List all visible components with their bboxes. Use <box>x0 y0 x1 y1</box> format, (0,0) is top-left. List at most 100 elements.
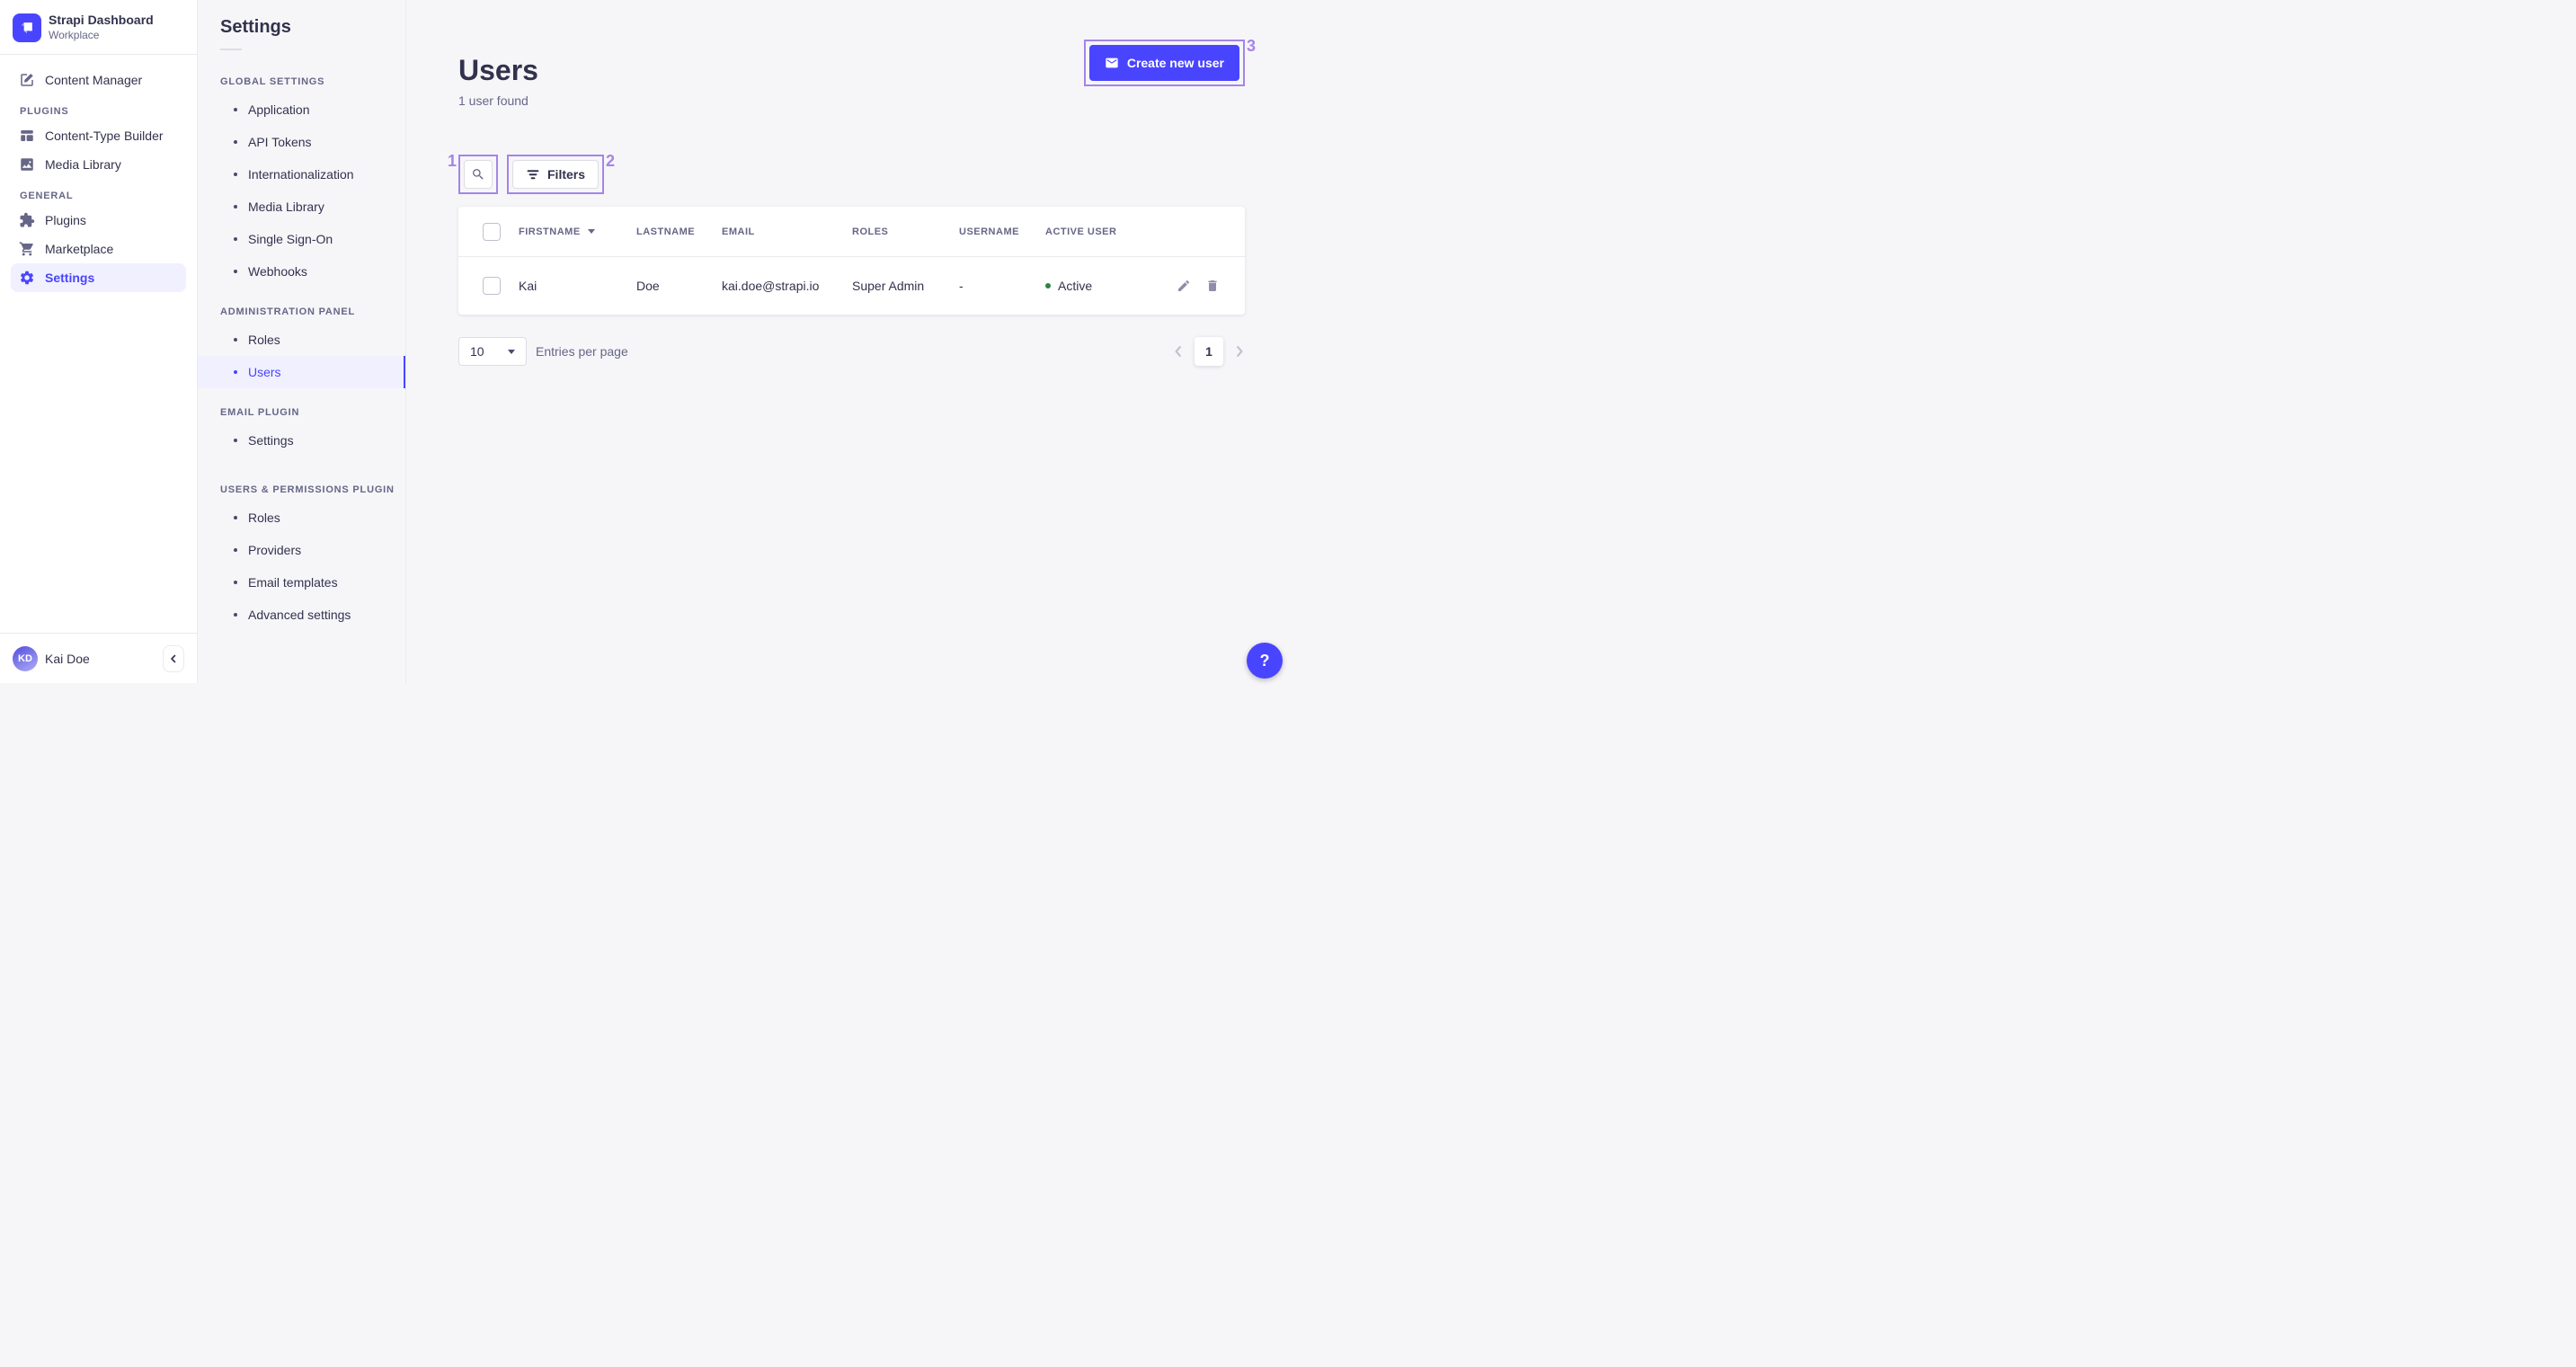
subnav-item-label: Webhooks <box>248 264 307 279</box>
workspace-titles: Strapi Dashboard Workplace <box>49 13 154 42</box>
media-library-icon <box>18 155 36 173</box>
filter-icon <box>527 170 539 180</box>
header-roles[interactable]: ROLES <box>852 226 959 237</box>
delete-user-button[interactable] <box>1205 279 1220 293</box>
previous-page-button[interactable] <box>1173 346 1184 357</box>
entries-per-page-value: 10 <box>470 344 484 359</box>
subnav-item-webhooks[interactable]: Webhooks <box>198 255 405 288</box>
subnav-item-up-roles[interactable]: Roles <box>198 502 405 534</box>
header-active-user[interactable]: ACTIVE USER <box>1045 226 1155 237</box>
header-checkbox-cell <box>483 222 519 241</box>
subnav-item-label: Email templates <box>248 575 338 590</box>
users-table: FIRSTNAME LASTNAME EMAIL ROLES USERNAME … <box>458 207 1245 315</box>
subnav-item-providers[interactable]: Providers <box>198 534 405 566</box>
bullet-icon <box>234 270 237 273</box>
subnav-item-api-tokens[interactable]: API Tokens <box>198 126 405 158</box>
sidebar-item-content-manager[interactable]: Content Manager <box>11 66 186 94</box>
bullet-icon <box>234 581 237 584</box>
cell-firstname: Kai <box>519 279 537 293</box>
strapi-logo-icon <box>13 13 41 42</box>
row-actions <box>1155 279 1245 293</box>
app-title: Strapi Dashboard <box>49 13 154 27</box>
bullet-icon <box>234 140 237 144</box>
entries-per-page-select[interactable]: 10 <box>458 337 527 366</box>
sidebar-item-content-type-builder[interactable]: Content-Type Builder <box>11 121 186 150</box>
active-status-dot-icon <box>1045 283 1051 288</box>
subnav-item-single-sign-on[interactable]: Single Sign-On <box>198 223 405 255</box>
sidebar-item-label: Settings <box>45 271 95 285</box>
help-button[interactable]: ? <box>1247 643 1283 679</box>
header-username[interactable]: USERNAME <box>959 226 1045 237</box>
avatar[interactable]: KD <box>13 645 38 671</box>
cell-email: kai.doe@strapi.io <box>722 279 820 293</box>
bullet-icon <box>234 173 237 176</box>
annotation-box-3: 3 Create new user <box>1083 38 1256 86</box>
sidebar-item-marketplace[interactable]: Marketplace <box>11 235 186 263</box>
search-button[interactable] <box>464 160 493 189</box>
table-toolbar: 1 2 Filters <box>448 152 1245 194</box>
select-all-checkbox[interactable] <box>483 222 501 241</box>
envelope-icon <box>1106 58 1118 68</box>
subnav-item-admin-users[interactable]: Users <box>198 356 405 388</box>
sidebar-item-media-library[interactable]: Media Library <box>11 150 186 179</box>
subnav-item-label: Settings <box>248 433 294 448</box>
search-icon <box>473 169 484 180</box>
strapi-admin-app: Strapi Dashboard Workplace Content Manag… <box>0 0 1288 683</box>
workspace-header[interactable]: Strapi Dashboard Workplace <box>0 0 197 55</box>
bullet-icon <box>234 548 237 552</box>
subnav-section-users-permissions-plugin: USERS & PERMISSIONS PLUGIN <box>220 484 395 495</box>
sidebar-item-label: Content-Type Builder <box>45 129 164 143</box>
sidebar-item-label: Plugins <box>45 213 86 227</box>
subnav-item-internationalization[interactable]: Internationalization <box>198 158 405 191</box>
subnav-item-label: Roles <box>248 333 280 347</box>
edit-user-button[interactable] <box>1177 279 1191 293</box>
pencil-icon <box>1178 280 1190 291</box>
subnav-item-label: Providers <box>248 543 302 557</box>
subnav-item-email-templates[interactable]: Email templates <box>198 566 405 599</box>
sidebar-item-settings[interactable]: Settings <box>11 263 186 292</box>
header-firstname[interactable]: FIRSTNAME <box>519 226 636 237</box>
chevron-down-icon <box>508 349 515 354</box>
subnav-item-media-library[interactable]: Media Library <box>198 191 405 223</box>
header-email[interactable]: EMAIL <box>722 226 852 237</box>
sidebar-section-plugins: PLUGINS <box>20 106 69 117</box>
bullet-icon <box>234 108 237 111</box>
filters-button[interactable]: Filters <box>512 160 600 189</box>
chevron-left-icon <box>1175 346 1181 357</box>
sidebar-item-label: Marketplace <box>45 242 114 256</box>
subnav-item-advanced-settings[interactable]: Advanced settings <box>198 599 405 631</box>
page-title-block: Users 1 user found <box>458 27 538 110</box>
bullet-icon <box>234 613 237 617</box>
sidebar-section-general: GENERAL <box>20 191 74 201</box>
sidebar-item-label: Content Manager <box>45 73 143 87</box>
chevron-left-icon <box>171 654 176 662</box>
subnav-item-label: Roles <box>248 510 280 525</box>
content-manager-icon <box>18 71 36 89</box>
create-new-user-button[interactable]: Create new user <box>1088 45 1239 81</box>
annotation-label-2: 2 <box>606 152 616 170</box>
table-row[interactable]: Kai Doe kai.doe@strapi.io Super Admin - … <box>458 257 1245 315</box>
pagination-bar: 10 Entries per page 1 <box>458 337 1245 366</box>
page-number-button[interactable]: 1 <box>1195 337 1223 366</box>
subnav-item-label: API Tokens <box>248 135 312 149</box>
subnav-item-application[interactable]: Application <box>198 93 405 126</box>
annotation-label-3: 3 <box>1246 37 1256 55</box>
annotation-label-1: 1 <box>448 152 457 170</box>
cell-roles: Super Admin <box>852 279 925 293</box>
settings-subnav: Settings GLOBAL SETTINGS Application API… <box>198 0 406 683</box>
subnav-item-email-settings[interactable]: Settings <box>198 424 405 457</box>
bullet-icon <box>234 205 237 209</box>
subnav-item-admin-roles[interactable]: Roles <box>198 324 405 356</box>
sidebar-item-plugins[interactable]: Plugins <box>11 206 186 235</box>
cell-lastname: Doe <box>636 279 660 293</box>
sidebar-footer: KD Kai Doe <box>0 633 197 683</box>
filters-label: Filters <box>547 167 586 182</box>
collapse-sidebar-button[interactable] <box>163 644 184 672</box>
row-checkbox[interactable] <box>483 277 501 295</box>
next-page-button[interactable] <box>1234 346 1245 357</box>
subnav-item-label: Single Sign-On <box>248 232 333 246</box>
user-name[interactable]: Kai Doe <box>45 652 90 666</box>
page-title: Users <box>458 54 538 86</box>
header-lastname[interactable]: LASTNAME <box>636 226 722 237</box>
cell-username: - <box>959 279 964 293</box>
